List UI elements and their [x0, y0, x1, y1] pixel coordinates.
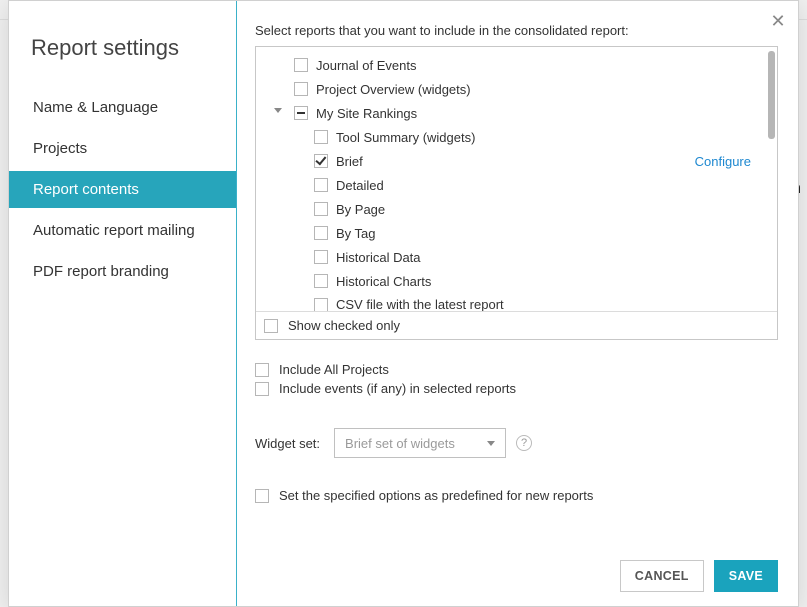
configure-link[interactable]: Configure — [695, 154, 751, 169]
widget-set-row: Widget set: Brief set of widgets ? — [255, 428, 778, 458]
tree-item-detailed[interactable]: Detailed — [264, 173, 769, 197]
nav-pdf-branding[interactable]: PDF report branding — [9, 253, 236, 290]
report-settings-modal: ✕ Report settings Name & Language Projec… — [8, 0, 799, 607]
modal-title: Report settings — [9, 25, 236, 89]
tree-item-csv[interactable]: CSV file with the latest report — [264, 293, 769, 311]
modal-footer: CANCEL SAVE — [255, 544, 778, 592]
instruction-text: Select reports that you want to include … — [255, 23, 778, 38]
tree-label: Historical Data — [336, 250, 421, 265]
chevron-down-icon — [487, 441, 495, 446]
checkbox-toolsum[interactable] — [314, 130, 328, 144]
opt-label: Set the specified options as predefined … — [279, 488, 593, 503]
tree-item-histcharts[interactable]: Historical Charts — [264, 269, 769, 293]
help-icon[interactable]: ? — [516, 435, 532, 451]
cancel-button[interactable]: CANCEL — [620, 560, 704, 592]
nav-auto-mailing[interactable]: Automatic report mailing — [9, 212, 236, 249]
checkbox-rankings[interactable] — [294, 106, 308, 120]
tree-label: Brief — [336, 154, 363, 169]
tree-item-rankings[interactable]: My Site Rankings — [264, 101, 769, 125]
checkbox-histdata[interactable] — [314, 250, 328, 264]
opt-predefined[interactable]: Set the specified options as predefined … — [255, 488, 778, 503]
tree-item-bypage[interactable]: By Page — [264, 197, 769, 221]
checkbox-overview[interactable] — [294, 82, 308, 96]
tree-label: My Site Rankings — [316, 106, 417, 121]
tree-item-bytag[interactable]: By Tag — [264, 221, 769, 245]
checkbox-include-all-projects[interactable] — [255, 363, 269, 377]
opt-include-events[interactable]: Include events (if any) in selected repo… — [255, 381, 778, 396]
widget-set-value: Brief set of widgets — [345, 436, 455, 451]
nav-projects[interactable]: Projects — [9, 130, 236, 167]
tree-item-brief[interactable]: Brief Configure — [264, 149, 769, 173]
widget-set-label: Widget set: — [255, 436, 320, 451]
opt-label: Include All Projects — [279, 362, 389, 377]
tree-label: Tool Summary (widgets) — [336, 130, 475, 145]
scrollbar-thumb[interactable] — [768, 51, 775, 139]
tree-label: Journal of Events — [316, 58, 416, 73]
checkbox-journal[interactable] — [294, 58, 308, 72]
show-checked-only-row[interactable]: Show checked only — [256, 311, 777, 339]
checkbox-detailed[interactable] — [314, 178, 328, 192]
checkbox-bytag[interactable] — [314, 226, 328, 240]
tree-label: Project Overview (widgets) — [316, 82, 471, 97]
checkbox-show-checked-only[interactable] — [264, 319, 278, 333]
sidebar: Report settings Name & Language Projects… — [9, 1, 237, 606]
tree-label: By Tag — [336, 226, 376, 241]
nav-report-contents[interactable]: Report contents — [9, 171, 236, 208]
checkbox-brief[interactable] — [314, 154, 328, 168]
widget-set-select[interactable]: Brief set of widgets — [334, 428, 506, 458]
checkbox-histcharts[interactable] — [314, 274, 328, 288]
tree-item-histdata[interactable]: Historical Data — [264, 245, 769, 269]
main-panel: Select reports that you want to include … — [237, 1, 798, 606]
report-tree: Journal of Events Project Overview (widg… — [256, 47, 777, 311]
tree-label: Detailed — [336, 178, 384, 193]
report-tree-box: Journal of Events Project Overview (widg… — [255, 46, 778, 340]
tree-label: CSV file with the latest report — [336, 297, 504, 312]
nav-name-language[interactable]: Name & Language — [9, 89, 236, 126]
checkbox-include-events[interactable] — [255, 382, 269, 396]
tree-item-overview[interactable]: Project Overview (widgets) — [264, 77, 769, 101]
show-checked-only-label: Show checked only — [288, 318, 400, 333]
checkbox-csv[interactable] — [314, 298, 328, 311]
tree-label: Historical Charts — [336, 274, 431, 289]
save-button[interactable]: SAVE — [714, 560, 778, 592]
tree-label: By Page — [336, 202, 385, 217]
tree-item-toolsum[interactable]: Tool Summary (widgets) — [264, 125, 769, 149]
tree-item-journal[interactable]: Journal of Events — [264, 53, 769, 77]
checkbox-bypage[interactable] — [314, 202, 328, 216]
opt-label: Include events (if any) in selected repo… — [279, 381, 516, 396]
opt-include-all-projects[interactable]: Include All Projects — [255, 362, 778, 377]
chevron-down-icon[interactable] — [274, 108, 282, 113]
checkbox-predefined[interactable] — [255, 489, 269, 503]
